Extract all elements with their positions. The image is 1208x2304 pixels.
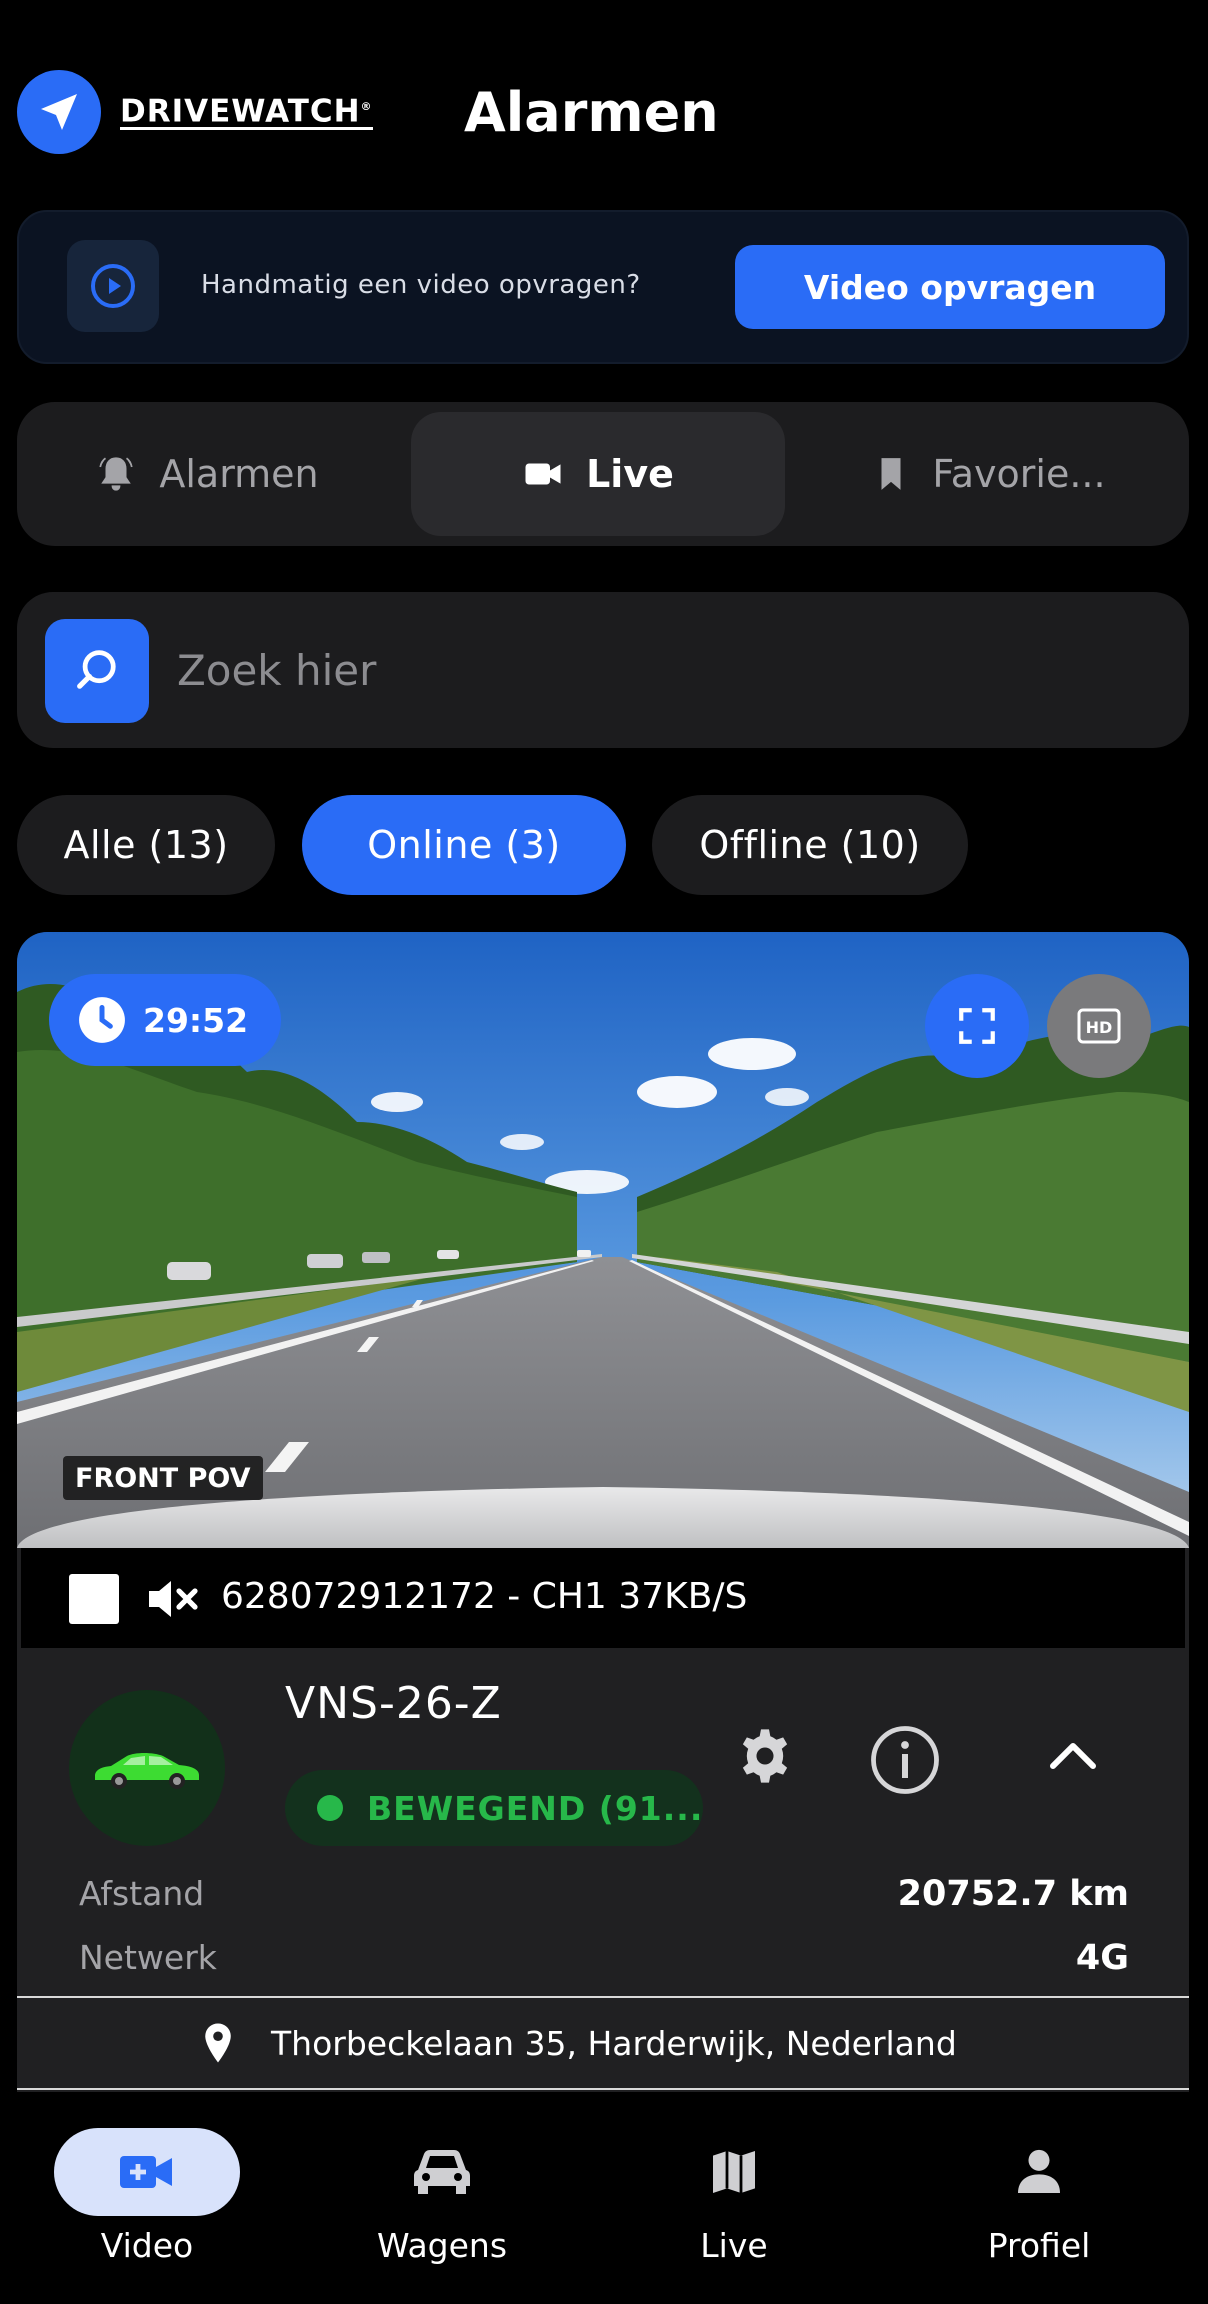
nav-profiel-icon-wrap (946, 2128, 1132, 2216)
nav-label: Video (100, 2226, 194, 2265)
vehicle-details: VNS-26-Z BEWEGEND (91... Afstand 20752.7… (17, 1648, 1189, 1988)
bell-icon (95, 453, 137, 495)
filter-online[interactable]: Online (3) (302, 795, 626, 895)
search-icon (77, 650, 116, 689)
mute-icon[interactable] (145, 1574, 201, 1628)
header: DRIVEWATCH® Alarmen (0, 0, 1208, 210)
timer-value: 29:52 (143, 1000, 249, 1040)
tab-label: Alarmen (159, 452, 319, 496)
hd-toggle-button[interactable]: HD (1047, 974, 1151, 1078)
nav-profiel[interactable]: Profiel (939, 2128, 1139, 2278)
camera-label: FRONT POV (63, 1456, 263, 1500)
car-icon (414, 2150, 470, 2194)
collapse-button[interactable] (1047, 1738, 1099, 1776)
network-value: 4G (1075, 1938, 1129, 1978)
navigation-arrow-icon (17, 70, 101, 154)
distance-label: Afstand (79, 1874, 205, 1913)
location-pin-icon (203, 2022, 233, 2068)
nav-live[interactable]: Live (634, 2128, 834, 2278)
network-label: Netwerk (79, 1938, 217, 1977)
nav-wagens[interactable]: Wagens (342, 2128, 542, 2278)
video-request-banner: Handmatig een video opvragen? Video opvr… (17, 210, 1189, 364)
recording-timer: 29:52 (49, 974, 281, 1066)
gear-icon (742, 1729, 788, 1783)
bookmark-icon (872, 453, 910, 495)
vehicle-address: Thorbeckelaan 35, Harderwijk, Nederland (271, 2024, 957, 2063)
request-prompt-text: Handmatig een video opvragen? (201, 270, 641, 300)
map-icon (713, 2151, 755, 2193)
stream-controls: 628072912172 - CH1 37KB/S (21, 1548, 1185, 1648)
stop-button[interactable] (69, 1574, 119, 1624)
nav-video[interactable]: Video (47, 2128, 247, 2278)
page-title: Alarmen (464, 81, 719, 144)
bottom-navigation: Video Wagens Live Profiel (0, 2092, 1208, 2304)
video-request-button[interactable]: Video opvragen (735, 245, 1165, 329)
nav-video-icon-wrap (54, 2128, 240, 2216)
tab-live[interactable]: Live (411, 412, 785, 536)
video-plus-icon (120, 2156, 172, 2188)
distance-value: 20752.7 km (897, 1874, 1129, 1914)
nav-label: Live (700, 2226, 768, 2265)
person-icon (1018, 2149, 1060, 2193)
filter-offline[interactable]: Offline (10) (652, 795, 968, 895)
nav-label: Profiel (987, 2226, 1091, 2265)
view-tabs: Alarmen Live Favorie... (17, 402, 1189, 546)
video-camera-icon (522, 453, 564, 495)
tab-label: Favorie... (932, 452, 1106, 496)
settings-button[interactable] (733, 1724, 797, 1792)
search-button[interactable] (45, 619, 149, 723)
tab-alarmen[interactable]: Alarmen (17, 412, 397, 536)
nav-live-icon-wrap (641, 2128, 827, 2216)
clock-icon (77, 995, 127, 1045)
tab-label: Live (586, 452, 674, 496)
status-badge: BEWEGEND (91... (285, 1770, 703, 1846)
svg-text:HD: HD (1086, 1018, 1113, 1037)
car-icon (95, 1753, 199, 1789)
fullscreen-icon (959, 1008, 995, 1044)
fullscreen-button[interactable] (925, 974, 1029, 1078)
chevron-up-icon (1050, 1743, 1096, 1769)
search-input[interactable] (177, 632, 1157, 708)
info-button[interactable] (869, 1724, 941, 1800)
live-video-card: 29:52 HD FRONT POV 628072912172 - CH1 37… (17, 932, 1189, 2092)
car-avatar (69, 1690, 225, 1846)
info-icon (871, 1726, 939, 1794)
nav-label: Wagens (376, 2226, 508, 2265)
nav-wagens-icon-wrap (349, 2128, 535, 2216)
play-circle-icon (67, 240, 159, 332)
video-player[interactable]: 29:52 HD FRONT POV (17, 932, 1189, 1548)
search-bar (17, 592, 1189, 748)
filter-all[interactable]: Alle (13) (17, 795, 275, 895)
address-bar: Thorbeckelaan 35, Harderwijk, Nederland (17, 1996, 1189, 2090)
status-dot (317, 1795, 343, 1821)
status-text: BEWEGEND (91... (367, 1788, 703, 1828)
stream-info: 628072912172 - CH1 37KB/S (221, 1576, 748, 1617)
hd-icon: HD (1077, 1008, 1121, 1044)
license-plate: VNS-26-Z (285, 1678, 502, 1729)
brand-logo: DRIVEWATCH® (120, 93, 373, 131)
tab-favorieten[interactable]: Favorie... (799, 412, 1179, 536)
